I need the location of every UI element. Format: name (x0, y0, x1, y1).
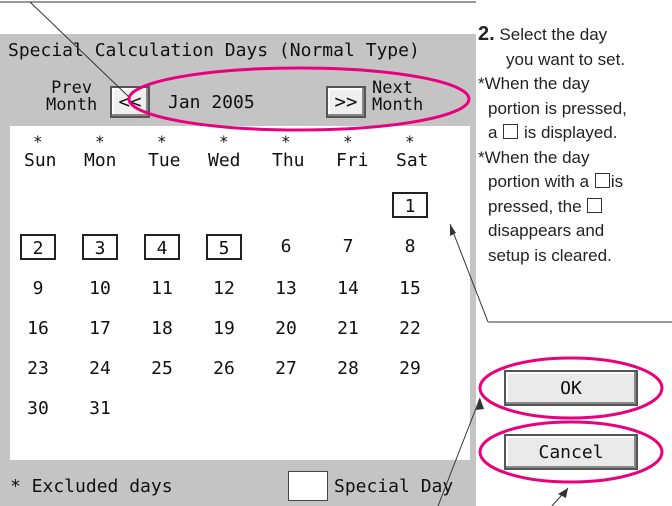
calendar-day-7[interactable]: 7 (330, 234, 366, 260)
instruction-note: 2. Select the day you want to set. *When… (478, 22, 672, 268)
note-line4: portion is pressed, (488, 98, 627, 118)
square-icon (587, 197, 603, 213)
weekday-header-sun: Sun (24, 150, 57, 171)
calendar-day-19[interactable]: 19 (206, 316, 242, 342)
excluded-mark: * (95, 132, 105, 151)
calendar-day-27[interactable]: 27 (268, 356, 304, 382)
calendar-day-8[interactable]: 8 (392, 234, 428, 260)
calendar-day-22[interactable]: 22 (392, 316, 428, 342)
arrow-head (476, 398, 484, 410)
calendar-day-12[interactable]: 12 (206, 276, 242, 302)
calendar-day-9[interactable]: 9 (20, 276, 56, 302)
prev-month-button[interactable]: << (110, 86, 150, 118)
calendar-day-6[interactable]: 6 (268, 234, 304, 260)
weekday-header-tue: Tue (148, 150, 181, 171)
excluded-mark: * (33, 132, 43, 151)
calendar-day-10[interactable]: 10 (82, 276, 118, 302)
weekday-header-sat: Sat (396, 150, 429, 171)
calendar-day-18[interactable]: 18 (144, 316, 180, 342)
prev-month-label: Prev Month (46, 80, 97, 114)
note-text: portion with a (488, 172, 590, 191)
calendar-day-21[interactable]: 21 (330, 316, 366, 342)
note-line5: a is displayed. (478, 121, 672, 146)
calendar-day-30[interactable]: 30 (20, 396, 56, 422)
calendar-day-11[interactable]: 11 (144, 276, 180, 302)
current-month: Jan 2005 (168, 92, 255, 113)
calendar-day-15[interactable]: 15 (392, 276, 428, 302)
calendar-day-17[interactable]: 17 (82, 316, 118, 342)
screen-title: Special Calculation Days (Normal Type) (8, 40, 420, 61)
calendar-day-24[interactable]: 24 (82, 356, 118, 382)
calendar-day-31[interactable]: 31 (82, 396, 118, 422)
calendar-day-4[interactable]: 4 (144, 234, 180, 260)
calendar-day-1[interactable]: 1 (392, 192, 428, 218)
calendar-day-14[interactable]: 14 (330, 276, 366, 302)
note-line10: setup is cleared. (488, 245, 612, 265)
calendar-day-13[interactable]: 13 (268, 276, 304, 302)
calendar-day-3[interactable]: 3 (82, 234, 118, 260)
note-text: Select the day (499, 25, 608, 44)
excluded-mark: * (281, 132, 291, 151)
square-icon (503, 124, 519, 139)
calendar-day-26[interactable]: 26 (206, 356, 242, 382)
callout-line (551, 487, 569, 506)
calendar-day-28[interactable]: 28 (330, 356, 366, 382)
legend-special-day: Special Day (334, 476, 454, 497)
calendar-day-23[interactable]: 23 (20, 356, 56, 382)
note-text: is (610, 172, 624, 191)
note-text: pressed, the (488, 196, 582, 216)
next-label-line2: Month (372, 95, 424, 115)
excluded-mark: * (219, 132, 229, 151)
excluded-mark: * (405, 132, 415, 151)
next-month-button[interactable]: >> (326, 86, 366, 118)
calendar-day-25[interactable]: 25 (144, 356, 180, 382)
note-line9: disappears and (488, 221, 605, 240)
weekday-header-fri: Fri (336, 150, 369, 171)
excluded-mark: * (157, 132, 167, 151)
note-line7: portion with a is (478, 170, 672, 195)
note-line8: pressed, the (478, 195, 672, 220)
calendar-day-20[interactable]: 20 (268, 316, 304, 342)
note-line3: *When the day (478, 74, 590, 93)
calendar-day-2[interactable]: 2 (20, 234, 56, 260)
calendar-day-29[interactable]: 29 (392, 356, 428, 382)
weekday-header-wed: Wed (208, 150, 241, 171)
note-line1: 2. Select the day (478, 22, 672, 48)
legend-special-box (288, 471, 328, 501)
calendar-day-16[interactable]: 16 (20, 316, 56, 342)
cancel-button[interactable]: Cancel (504, 434, 638, 470)
excluded-mark: * (343, 132, 353, 151)
prev-label-line2: Month (46, 95, 98, 115)
next-month-label: Next Month (372, 80, 423, 114)
square-icon (594, 173, 610, 188)
weekday-header-thu: Thu (272, 150, 305, 171)
weekday-header-mon: Mon (84, 150, 117, 171)
calendar-day-5[interactable]: 5 (206, 234, 242, 260)
note-text: a (488, 123, 498, 142)
arrow-head (558, 488, 568, 498)
legend-excluded-days: * Excluded days (10, 476, 173, 497)
calendar-grid: * Sun * Mon * Tue * Wed * Thu * Fri * Sat 1 2 3 4 5 6 7 8 9 10 1… (10, 126, 470, 460)
note-line6: *When the day (478, 147, 590, 167)
note-line2: you want to set. (506, 49, 626, 69)
ok-button[interactable]: OK (504, 370, 638, 406)
note-step-number: 2. (478, 23, 495, 45)
note-text: is displayed. (523, 123, 618, 142)
